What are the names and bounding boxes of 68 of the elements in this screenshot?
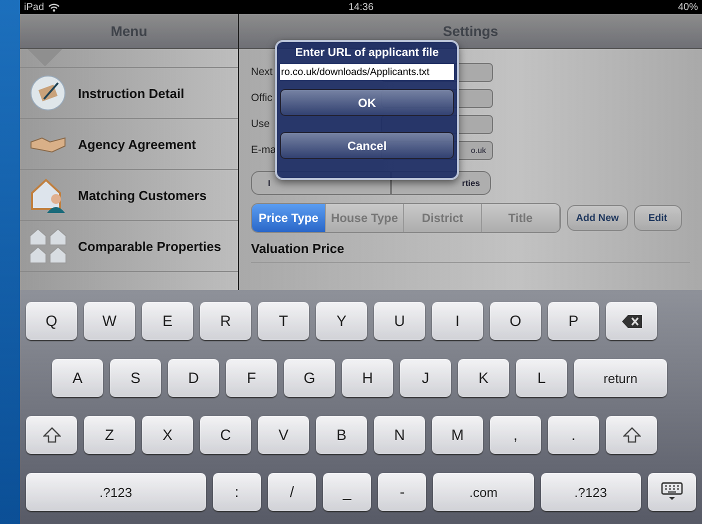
- backspace-icon: [622, 314, 642, 328]
- keyboard-key[interactable]: :: [212, 473, 261, 511]
- keyboard-key[interactable]: O: [490, 302, 541, 340]
- keyboard-key[interactable]: R: [200, 302, 251, 340]
- keyboard-key[interactable]: A: [52, 359, 103, 397]
- keyboard-key[interactable]: E: [142, 302, 193, 340]
- section-heading: Valuation Price: [251, 241, 690, 263]
- keyboard-key[interactable]: -: [378, 473, 426, 511]
- url-field[interactable]: ro.co.uk/downloads/Applicants.txt: [280, 64, 454, 80]
- keyboard-key[interactable]: _: [323, 473, 372, 511]
- shift-key[interactable]: [606, 416, 657, 454]
- wifi-icon: [48, 2, 60, 12]
- field-label: Next: [251, 66, 273, 78]
- keyboard-key[interactable]: C: [200, 416, 251, 454]
- shift-key[interactable]: [26, 416, 77, 454]
- keyboard-key[interactable]: N: [374, 416, 425, 454]
- menu-title: Menu: [110, 23, 148, 39]
- keyboard-key[interactable]: /: [268, 473, 316, 511]
- menu-item[interactable]: Matching Customers: [20, 170, 238, 221]
- field-label: Use: [251, 118, 270, 130]
- shift-arrow-icon: [622, 427, 640, 443]
- keyboard-key[interactable]: W: [84, 302, 135, 340]
- keyboard-key[interactable]: .: [548, 416, 599, 454]
- keyboard-key[interactable]: V: [258, 416, 309, 454]
- keyboard-key[interactable]: U: [374, 302, 425, 340]
- keyboard-key[interactable]: L: [516, 359, 567, 397]
- shift-arrow-icon: [42, 427, 60, 443]
- document-icon: [28, 73, 68, 113]
- menu-item[interactable]: Agency Agreement: [20, 119, 238, 170]
- dialog-button[interactable]: OK: [280, 89, 454, 116]
- keyboard-key[interactable]: F: [226, 359, 277, 397]
- keyboard-icon: [660, 482, 683, 502]
- keyboard-key[interactable]: X: [142, 416, 193, 454]
- clock: 14:36: [348, 2, 374, 12]
- keyboard-key[interactable]: B: [316, 416, 367, 454]
- dialog-button[interactable]: Cancel: [280, 132, 454, 159]
- keyboard-key[interactable]: .?123: [26, 473, 206, 511]
- backspace-key[interactable]: [606, 302, 657, 340]
- keyboard-key[interactable]: P: [548, 302, 599, 340]
- keyboard-key[interactable]: I: [432, 302, 483, 340]
- settings-title: Settings: [442, 23, 498, 39]
- keyboard-key[interactable]: Y: [316, 302, 367, 340]
- keyboard-key[interactable]: T: [258, 302, 309, 340]
- keyboard-key[interactable]: .?123: [540, 473, 641, 511]
- keyboard-key[interactable]: ,: [490, 416, 541, 454]
- houses-icon: [28, 226, 68, 266]
- keyboard-key[interactable]: G: [284, 359, 335, 397]
- keyboard-key[interactable]: .com: [433, 473, 534, 511]
- keyboard-key[interactable]: Q: [26, 302, 77, 340]
- device-name: iPad: [24, 2, 44, 12]
- field-label: E-ma: [251, 144, 276, 156]
- hide-keyboard-key[interactable]: [648, 473, 696, 511]
- keyboard-key[interactable]: return: [574, 359, 667, 397]
- dialog-title: Enter URL of applicant file: [295, 47, 439, 59]
- keyboard-key[interactable]: D: [168, 359, 219, 397]
- keyboard-key[interactable]: S: [110, 359, 161, 397]
- menu-item[interactable]: Instruction Detail: [20, 68, 238, 119]
- action-button[interactable]: Edit: [634, 205, 682, 231]
- menu-item[interactable]: Comparable Properties: [20, 221, 238, 272]
- keyboard-key[interactable]: H: [342, 359, 393, 397]
- keyboard-key[interactable]: J: [400, 359, 451, 397]
- keyboard-key[interactable]: M: [432, 416, 483, 454]
- battery-level: 40%: [678, 2, 698, 12]
- keyboard-key[interactable]: Z: [84, 416, 135, 454]
- field-label: Offic: [251, 92, 272, 104]
- action-button[interactable]: Add New: [567, 205, 628, 231]
- segment-tab[interactable]: Price Type: [252, 204, 326, 232]
- keyboard-key[interactable]: K: [458, 359, 509, 397]
